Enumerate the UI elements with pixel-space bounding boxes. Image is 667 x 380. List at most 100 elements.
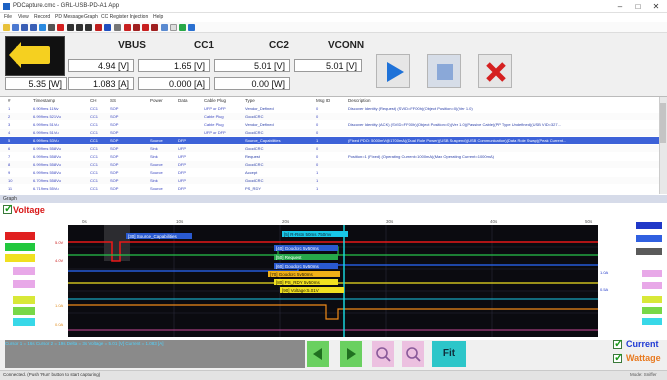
table-cell: 10 bbox=[8, 178, 13, 183]
table-cell: 0 bbox=[316, 146, 319, 151]
table-row[interactable]: 5 6.999ms 53Vu CC1 SOP Source DFP Source_Capab… bbox=[0, 137, 659, 144]
waveform-plot[interactable]: [30] Source_Capabilities [5] R-Rstn 50ms… bbox=[68, 225, 598, 337]
col-description[interactable]: Description bbox=[348, 98, 371, 103]
menu-view[interactable]: View bbox=[18, 14, 29, 20]
table-row[interactable]: 1 6.909ms 11Nv CC1 SOP UFP or DFP Vendor_Defi… bbox=[0, 105, 659, 112]
col-cable-plug[interactable]: Cable Plug bbox=[204, 98, 226, 103]
table-row[interactable]: 8 6.999ms 558Vu CC1 SOP Source DFP GoodCRC 0 bbox=[0, 161, 659, 168]
current-checkbox[interactable] bbox=[613, 337, 623, 350]
table-row[interactable]: 2 6.999ms 521Vu CC1 SOP Cable Plug GoodCRC 0 bbox=[0, 113, 659, 120]
table-cell: CC1 bbox=[90, 122, 99, 127]
marker-toggle[interactable] bbox=[642, 282, 662, 289]
col-power[interactable]: Power bbox=[150, 98, 163, 103]
table-row[interactable]: 4 6.999ms 51Vu CC1 SOP UFP or DFP GoodCRC 0 bbox=[0, 129, 659, 136]
filter-icon[interactable] bbox=[76, 24, 83, 31]
menu-record[interactable]: Record bbox=[34, 14, 50, 20]
record-icon[interactable] bbox=[151, 24, 158, 31]
marker-toggle[interactable] bbox=[13, 318, 35, 326]
table-scrollbar-thumb[interactable] bbox=[660, 103, 666, 143]
marker-toggle[interactable] bbox=[642, 296, 662, 303]
voltage-checkbox[interactable] bbox=[3, 202, 13, 215]
table-row[interactable]: 3 6.999ms 51Vu CC1 SOP Cable Plug Vendor_Defi… bbox=[0, 121, 659, 128]
record-icon[interactable] bbox=[124, 24, 131, 31]
new-icon[interactable] bbox=[3, 24, 10, 31]
table-cell: SOP bbox=[110, 154, 119, 159]
table-row[interactable]: 11 6.719ms 55Vu CC1 SOP Source DFP PS_RDY 1 bbox=[0, 185, 659, 192]
menu-pd-message[interactable]: PD Message bbox=[55, 14, 84, 20]
left-axis-tick: 5.0V bbox=[55, 240, 64, 245]
vbus-current-toggle[interactable] bbox=[636, 222, 662, 229]
marker-toggle[interactable] bbox=[13, 280, 35, 288]
open-icon[interactable] bbox=[12, 24, 19, 31]
fit-button[interactable]: Fit bbox=[432, 341, 466, 367]
table-row[interactable]: 9 6.999ms 558Vu CC1 SOP Source DFP Accept 1 bbox=[0, 169, 659, 176]
table-cell: SOP bbox=[110, 138, 119, 143]
cc2-channel-toggle[interactable] bbox=[5, 254, 35, 262]
zoom-out-button[interactable] bbox=[402, 341, 424, 367]
close-icon[interactable]: ✕ bbox=[648, 1, 664, 12]
menu-graph[interactable]: Graph bbox=[84, 14, 98, 20]
filter-icon[interactable] bbox=[67, 24, 74, 31]
vbus-channel-toggle[interactable] bbox=[5, 232, 35, 240]
prev-button[interactable] bbox=[307, 341, 329, 367]
next-button[interactable] bbox=[340, 341, 362, 367]
table-cell: 0 bbox=[316, 122, 319, 127]
table-cell: CC1 bbox=[90, 162, 99, 167]
cc2-voltage-value: 5.01 [V] bbox=[214, 59, 290, 72]
save-as-icon[interactable] bbox=[30, 24, 37, 31]
info-icon[interactable] bbox=[179, 24, 186, 31]
table-cell: Source_Capabilities bbox=[245, 138, 281, 143]
stop-button[interactable] bbox=[427, 54, 461, 88]
cc1-channel-toggle[interactable] bbox=[5, 243, 35, 251]
text-icon[interactable] bbox=[104, 24, 111, 31]
marker-toggle[interactable] bbox=[642, 270, 662, 277]
highlight-region bbox=[104, 225, 130, 261]
col-data[interactable]: Data bbox=[178, 98, 188, 103]
clear-button[interactable] bbox=[478, 54, 512, 88]
maximize-icon[interactable]: □ bbox=[630, 1, 646, 12]
table-cell: Cable Plug bbox=[204, 122, 224, 127]
filter-icon[interactable] bbox=[85, 24, 92, 31]
col-ch[interactable]: CH bbox=[90, 98, 97, 103]
play-icon[interactable] bbox=[39, 24, 46, 31]
text-icon[interactable] bbox=[95, 24, 102, 31]
minimize-icon[interactable]: – bbox=[612, 1, 628, 12]
clear-icon bbox=[486, 62, 506, 82]
time-tick: 10s bbox=[176, 219, 184, 224]
refresh-icon[interactable] bbox=[170, 24, 177, 31]
run-button[interactable] bbox=[376, 54, 410, 88]
marker-toggle[interactable] bbox=[13, 267, 35, 275]
menu-file[interactable]: File bbox=[4, 14, 12, 20]
zoom-in-button[interactable] bbox=[372, 341, 394, 367]
table-row[interactable]: 7 6.999ms 558Vu CC1 SOP Sink UFP Request 0 Posit… bbox=[0, 153, 659, 160]
marker-toggle[interactable] bbox=[642, 318, 662, 325]
col-msg-id[interactable]: Msg ID bbox=[316, 98, 330, 103]
save-icon[interactable] bbox=[21, 24, 28, 31]
cc-current-toggle[interactable] bbox=[636, 235, 662, 242]
table-cell: UFP or DFP bbox=[204, 106, 226, 111]
menu-cc-register-injection[interactable]: CC Register Injection bbox=[101, 14, 148, 20]
clear-icon[interactable] bbox=[57, 24, 64, 31]
col-ss[interactable]: SS bbox=[110, 98, 116, 103]
settings-icon[interactable] bbox=[161, 24, 168, 31]
marker-toggle[interactable] bbox=[642, 307, 662, 314]
record-icon[interactable] bbox=[142, 24, 149, 31]
table-cell: CC1 bbox=[90, 130, 99, 135]
help-icon[interactable] bbox=[188, 24, 195, 31]
col-type[interactable]: Type bbox=[245, 98, 255, 103]
table-row[interactable]: 10 6.709ms 558Vu CC1 SOP Sink UFP GoodCRC 1 bbox=[0, 177, 659, 184]
menu-help[interactable]: Help bbox=[153, 14, 163, 20]
marker-toggle[interactable] bbox=[13, 296, 35, 304]
vconn-current-toggle[interactable] bbox=[636, 248, 662, 255]
record-icon[interactable] bbox=[133, 24, 140, 31]
arrow-left-icon bbox=[313, 348, 322, 360]
col-index[interactable]: # bbox=[8, 98, 11, 103]
table-row[interactable]: 6 6.999ms 558Vu CC1 SOP Sink UFP GoodCRC 0 bbox=[0, 145, 659, 152]
wattage-checkbox[interactable] bbox=[613, 351, 623, 364]
settings-icon[interactable] bbox=[114, 24, 121, 31]
table-cell: GoodCRC bbox=[245, 162, 264, 167]
vconn-label: VCONN bbox=[327, 40, 365, 51]
col-timestamp[interactable]: Timestamp bbox=[33, 98, 55, 103]
marker-toggle[interactable] bbox=[13, 307, 35, 315]
stop-icon[interactable] bbox=[48, 24, 55, 31]
